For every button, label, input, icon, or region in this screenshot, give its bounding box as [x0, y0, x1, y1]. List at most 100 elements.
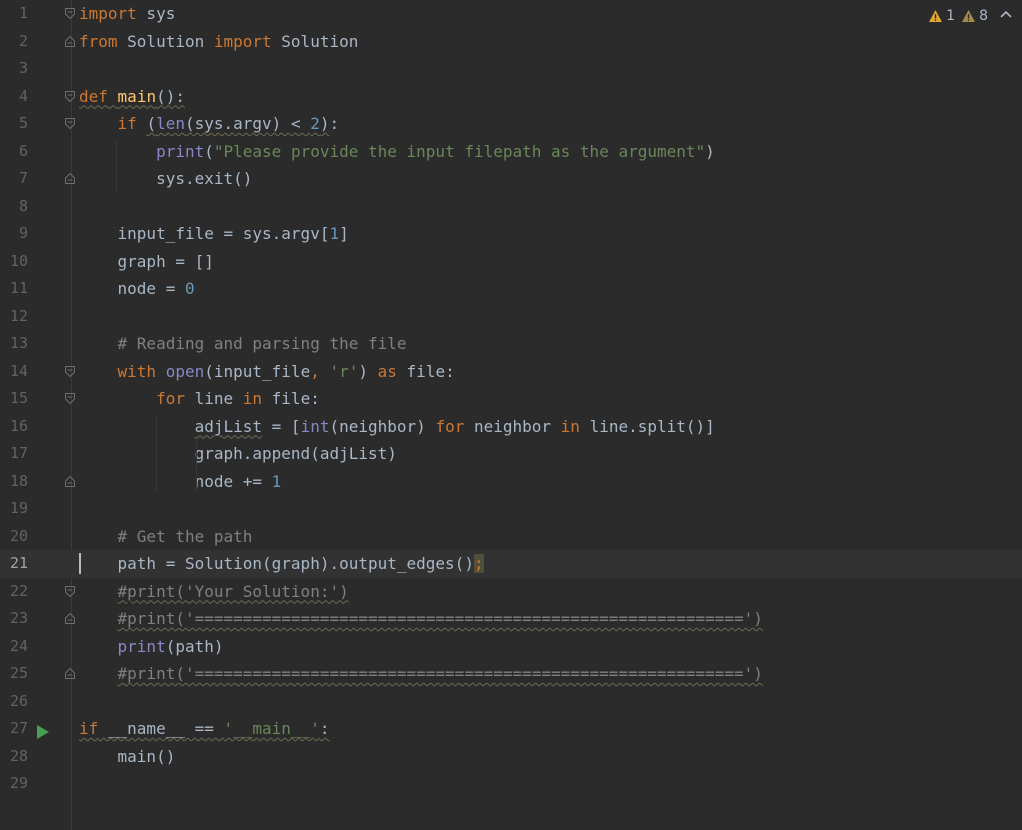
code-line[interactable]: 14 with open(input_file, 'r') as file:	[0, 358, 1022, 386]
code-line[interactable]: 10 graph = []	[0, 248, 1022, 276]
code-line[interactable]: 17 graph.append(adjList)	[0, 440, 1022, 468]
run-icon[interactable]	[36, 721, 50, 739]
code-text[interactable]: #print('================================…	[79, 605, 763, 633]
code-line[interactable]: 11 node = 0	[0, 275, 1022, 303]
code-line[interactable]: 24 print(path)	[0, 633, 1022, 661]
code-line[interactable]: 8	[0, 193, 1022, 221]
code-token: # Get the path	[117, 526, 253, 546]
line-number[interactable]: 21	[0, 550, 28, 578]
code-text[interactable]: from Solution import Solution	[79, 28, 358, 56]
line-number[interactable]: 29	[0, 770, 28, 798]
code-text[interactable]: #print('Your Solution:')	[79, 578, 349, 606]
code-text[interactable]: # Get the path	[79, 523, 253, 551]
fold-end-icon[interactable]	[64, 475, 78, 489]
code-text[interactable]: graph = []	[79, 248, 214, 276]
code-line[interactable]: 26	[0, 688, 1022, 716]
code-editor[interactable]: 1 import sys 2 from Solution import Solutio…	[0, 0, 1022, 830]
line-number[interactable]: 19	[0, 495, 28, 523]
fold-start-icon[interactable]	[64, 392, 78, 406]
fold-end-icon[interactable]	[64, 35, 78, 49]
line-number[interactable]: 4	[0, 83, 28, 111]
line-number[interactable]: 13	[0, 330, 28, 358]
code-text[interactable]: with open(input_file, 'r') as file:	[79, 358, 455, 386]
code-text[interactable]: path = Solution(graph).output_edges();	[79, 550, 484, 578]
line-number[interactable]: 23	[0, 605, 28, 633]
code-text[interactable]: for line in file:	[79, 385, 320, 413]
code-line[interactable]: 5 if (len(sys.argv) < 2):	[0, 110, 1022, 138]
code-text[interactable]: if (len(sys.argv) < 2):	[79, 110, 340, 138]
line-number[interactable]: 12	[0, 303, 28, 331]
line-number[interactable]: 18	[0, 468, 28, 496]
code-text[interactable]: print(path)	[79, 633, 224, 661]
code-line[interactable]: 23 #print('=============================…	[0, 605, 1022, 633]
code-text[interactable]: graph.append(adjList)	[79, 440, 397, 468]
line-number[interactable]: 10	[0, 248, 28, 276]
code-token: #print('Your Solution:')	[117, 581, 349, 601]
code-line[interactable]: 2 from Solution import Solution	[0, 28, 1022, 56]
code-line[interactable]: 27 if __name__ == '__main__':	[0, 715, 1022, 743]
line-number[interactable]: 20	[0, 523, 28, 551]
code-text[interactable]: main()	[79, 743, 176, 771]
code-line[interactable]: 28 main()	[0, 743, 1022, 771]
fold-start-icon[interactable]	[64, 117, 78, 131]
line-number[interactable]: 8	[0, 193, 28, 221]
code-text[interactable]: input_file = sys.argv[1]	[79, 220, 349, 248]
line-number[interactable]: 5	[0, 110, 28, 138]
code-line[interactable]: 1 import sys	[0, 0, 1022, 28]
line-number[interactable]: 1	[0, 0, 28, 28]
line-number[interactable]: 17	[0, 440, 28, 468]
line-number[interactable]: 9	[0, 220, 28, 248]
code-line[interactable]: 29	[0, 770, 1022, 798]
line-number[interactable]: 25	[0, 660, 28, 688]
line-number[interactable]: 7	[0, 165, 28, 193]
code-text[interactable]: node = 0	[79, 275, 195, 303]
code-line[interactable]: 21 path = Solution(graph).output_edges()…	[0, 550, 1022, 578]
code-line[interactable]: 3	[0, 55, 1022, 83]
fold-end-icon[interactable]	[64, 612, 78, 626]
code-line[interactable]: 13 # Reading and parsing the file	[0, 330, 1022, 358]
line-number[interactable]: 16	[0, 413, 28, 441]
code-line[interactable]: 19	[0, 495, 1022, 523]
code-text[interactable]: print("Please provide the input filepath…	[79, 138, 715, 166]
code-line[interactable]: 22 #print('Your Solution:')	[0, 578, 1022, 606]
line-number[interactable]: 11	[0, 275, 28, 303]
weak-warnings-indicator[interactable]: 8	[961, 8, 988, 24]
line-number[interactable]: 28	[0, 743, 28, 771]
code-line[interactable]: 6 print("Please provide the input filepa…	[0, 138, 1022, 166]
code-line[interactable]: 15 for line in file:	[0, 385, 1022, 413]
line-number[interactable]: 15	[0, 385, 28, 413]
fold-start-icon[interactable]	[64, 90, 78, 104]
code-text[interactable]: if __name__ == '__main__':	[79, 715, 329, 743]
fold-end-icon[interactable]	[64, 667, 78, 681]
code-line[interactable]: 18 node += 1	[0, 468, 1022, 496]
code-text[interactable]: # Reading and parsing the file	[79, 330, 407, 358]
fold-start-icon[interactable]	[64, 7, 78, 21]
warnings-indicator[interactable]: 1	[928, 8, 955, 24]
code-line[interactable]: 7 sys.exit()	[0, 165, 1022, 193]
code-line[interactable]: 20 # Get the path	[0, 523, 1022, 551]
code-text[interactable]: sys.exit()	[79, 165, 252, 193]
line-number[interactable]: 24	[0, 633, 28, 661]
fold-start-icon[interactable]	[64, 365, 78, 379]
line-number[interactable]: 27	[0, 715, 28, 743]
line-number[interactable]: 6	[0, 138, 28, 166]
code-line[interactable]: 12	[0, 303, 1022, 331]
line-number[interactable]: 26	[0, 688, 28, 716]
line-number[interactable]: 22	[0, 578, 28, 606]
code-text[interactable]: import sys	[79, 0, 175, 28]
chevron-up-icon[interactable]	[1000, 9, 1012, 24]
code-text[interactable]: adjList = [int(neighbor) for neighbor in…	[79, 413, 715, 441]
code-line[interactable]: 16 adjList = [int(neighbor) for neighbor…	[0, 413, 1022, 441]
code-line[interactable]: 9 input_file = sys.argv[1]	[0, 220, 1022, 248]
line-number[interactable]: 2	[0, 28, 28, 56]
code-text[interactable]: #print('================================…	[79, 660, 763, 688]
code-line[interactable]: 4 def main():	[0, 83, 1022, 111]
code-text[interactable]: node += 1	[79, 468, 282, 496]
fold-end-icon[interactable]	[64, 172, 78, 186]
inspection-widget[interactable]: 1 8	[928, 6, 1012, 26]
fold-start-icon[interactable]	[64, 585, 78, 599]
code-line[interactable]: 25 #print('=============================…	[0, 660, 1022, 688]
code-text[interactable]: def main():	[79, 83, 185, 111]
line-number[interactable]: 3	[0, 55, 28, 83]
line-number[interactable]: 14	[0, 358, 28, 386]
